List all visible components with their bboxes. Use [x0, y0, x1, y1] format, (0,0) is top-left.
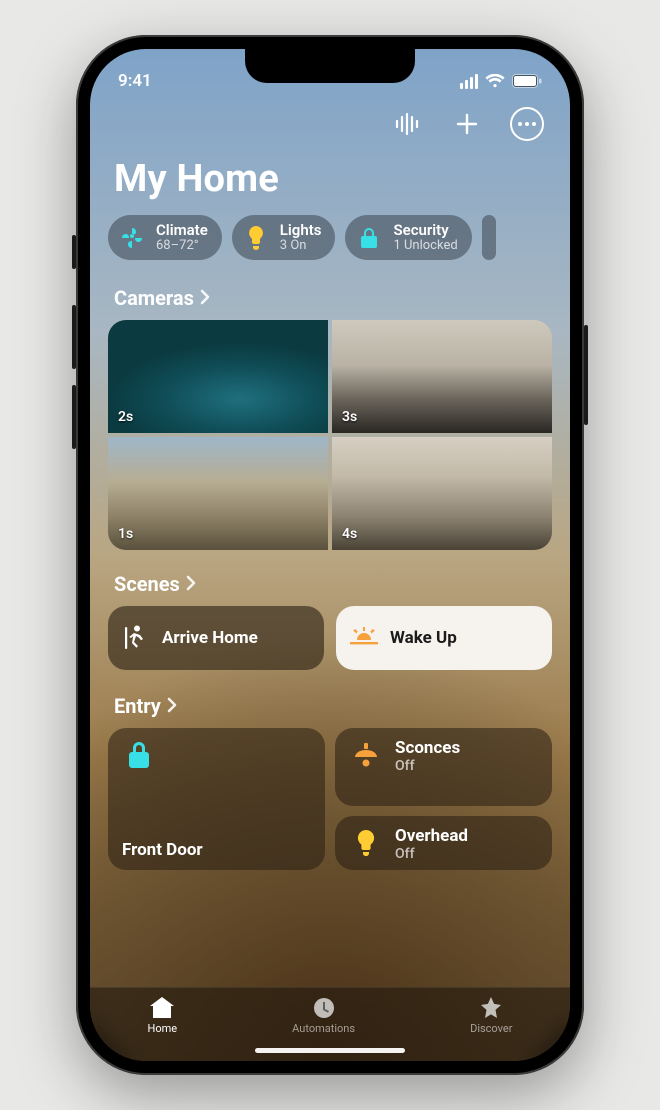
section-title: Scenes: [114, 572, 180, 596]
camera-timestamp: 4s: [342, 526, 357, 542]
tab-automations[interactable]: Automations: [292, 996, 355, 1035]
accessory-overhead[interactable]: Overhead Off: [335, 816, 552, 870]
summary-chip-security[interactable]: Security 1 Unlocked: [345, 215, 471, 260]
side-button: [584, 325, 588, 425]
accessory-name: Front Door: [122, 840, 311, 860]
chip-value: 1 Unlocked: [393, 239, 457, 253]
chip-label: Lights: [280, 223, 322, 239]
side-button: [72, 385, 76, 449]
intercom-icon[interactable]: [390, 107, 424, 141]
accessory-name: Overhead: [395, 826, 468, 846]
accessory-sconces[interactable]: Sconces Off: [335, 728, 552, 806]
chevron-right-icon: [167, 694, 177, 718]
screen: 9:41: [90, 49, 570, 1061]
person-arrive-icon: [122, 624, 150, 652]
camera-thumbnail: [332, 320, 552, 433]
side-button: [72, 305, 76, 369]
scene-label: Wake Up: [390, 628, 457, 648]
summary-chip-lights[interactable]: Lights 3 On: [232, 215, 336, 260]
clock-icon: [310, 996, 338, 1020]
chevron-right-icon: [200, 286, 210, 310]
chevron-right-icon: [186, 572, 196, 596]
camera-grid: 2s 3s 1s 4s: [108, 320, 552, 550]
chip-label: Climate: [156, 223, 208, 239]
lock-icon: [355, 224, 383, 252]
camera-timestamp: 2s: [118, 409, 133, 425]
tab-bar: Home Automations Discover: [90, 987, 570, 1061]
side-button: [72, 235, 76, 269]
chip-value: 3 On: [280, 239, 322, 253]
chip-label: Security: [393, 223, 457, 239]
sunrise-icon: [350, 624, 378, 652]
main-content: My Home Climate 68–72°: [90, 151, 570, 987]
status-indicators: [460, 74, 542, 89]
camera-timestamp: 3s: [342, 409, 357, 425]
accessory-state: Off: [395, 846, 468, 862]
summary-chip-climate[interactable]: Climate 68–72°: [108, 215, 222, 260]
home-indicator: [255, 1048, 405, 1053]
section-header-cameras[interactable]: Cameras: [108, 280, 552, 320]
accessory-state: Off: [395, 758, 460, 774]
summary-chips: Climate 68–72° Lights 3 On: [108, 215, 552, 280]
top-action-bar: [90, 103, 570, 151]
home-icon: [148, 996, 176, 1020]
scene-label: Arrive Home: [162, 628, 258, 648]
lock-icon: [122, 738, 156, 772]
scene-arrive-home[interactable]: Arrive Home: [108, 606, 324, 670]
more-button[interactable]: [510, 107, 544, 141]
tab-label: Automations: [292, 1022, 355, 1035]
fan-icon: [118, 224, 146, 252]
camera-tile[interactable]: 1s: [108, 437, 328, 550]
battery-icon: [512, 74, 542, 88]
accessory-front-door[interactable]: Front Door: [108, 728, 325, 870]
camera-tile[interactable]: 4s: [332, 437, 552, 550]
notch: [245, 49, 415, 83]
bulb-icon: [349, 827, 383, 861]
section-title: Cameras: [114, 286, 194, 310]
camera-tile[interactable]: 2s: [108, 320, 328, 433]
camera-thumbnail: [108, 320, 328, 433]
star-icon: [477, 996, 505, 1020]
camera-thumbnail: [332, 437, 552, 550]
page-title: My Home: [108, 151, 552, 215]
tab-label: Home: [148, 1022, 178, 1035]
tab-discover[interactable]: Discover: [470, 996, 512, 1035]
camera-timestamp: 1s: [118, 526, 133, 542]
scene-wake-up[interactable]: Wake Up: [336, 606, 552, 670]
camera-tile[interactable]: 3s: [332, 320, 552, 433]
ceiling-light-icon: [349, 739, 383, 773]
cellular-signal-icon: [460, 74, 478, 89]
section-header-scenes[interactable]: Scenes: [108, 566, 552, 606]
bulb-icon: [242, 224, 270, 252]
device-frame: 9:41: [76, 35, 584, 1075]
wifi-icon: [485, 74, 505, 88]
tab-label: Discover: [470, 1022, 512, 1035]
section-title: Entry: [114, 694, 161, 718]
add-button[interactable]: [450, 107, 484, 141]
section-header-entry[interactable]: Entry: [108, 688, 552, 728]
accessory-name: Sconces: [395, 738, 460, 758]
status-time: 9:41: [118, 71, 152, 91]
scenes-row: Arrive Home Wake Up: [108, 606, 552, 688]
summary-chip-more[interactable]: [482, 215, 496, 260]
chip-value: 68–72°: [156, 239, 208, 253]
entry-grid: Front Door Sconces Off: [108, 728, 552, 870]
camera-thumbnail: [108, 437, 328, 550]
tab-home[interactable]: Home: [148, 996, 178, 1035]
